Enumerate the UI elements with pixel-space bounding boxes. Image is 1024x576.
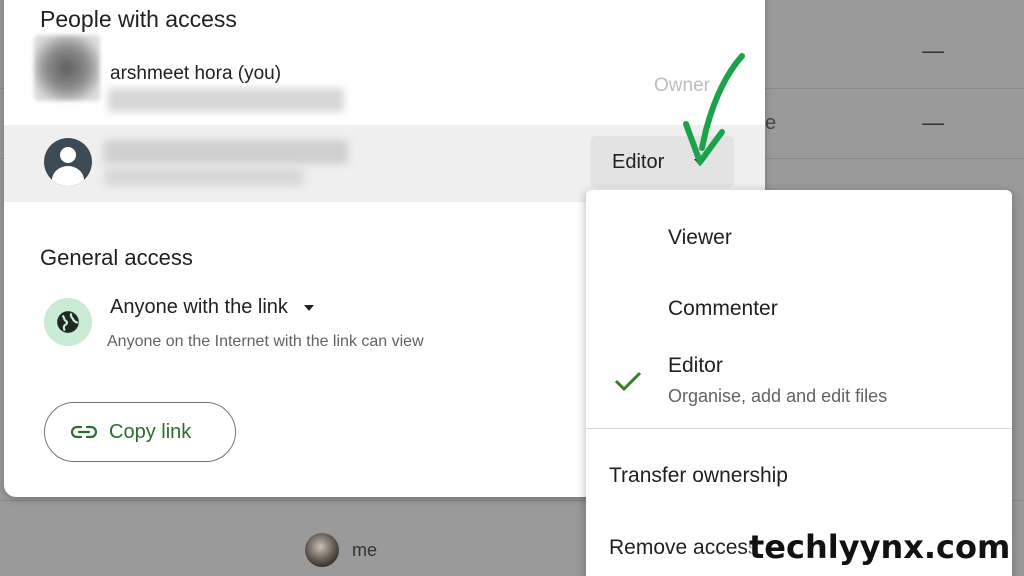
link-icon bbox=[71, 425, 97, 439]
watermark: techlyynx.com bbox=[749, 528, 1011, 566]
people-with-access-title: People with access bbox=[40, 6, 237, 32]
owner-label: me bbox=[352, 540, 378, 560]
link-access-label: Anyone with the link bbox=[110, 296, 288, 318]
globe-icon bbox=[44, 298, 92, 346]
menu-item-commenter[interactable]: Commenter bbox=[668, 297, 778, 321]
owner-name: arshmeet hora (you) bbox=[110, 63, 282, 84]
role-dropdown-label: Editor bbox=[612, 150, 665, 173]
owner-avatar bbox=[305, 533, 339, 567]
copy-link-label: Copy link bbox=[109, 420, 192, 443]
menu-item-viewer[interactable]: Viewer bbox=[668, 226, 732, 250]
role-menu: Viewer Commenter Editor Organise, add an… bbox=[586, 190, 1012, 576]
link-access-description: Anyone on the Internet with the link can… bbox=[107, 333, 424, 350]
chevron-down-icon bbox=[303, 304, 314, 311]
collaborator-name-redacted bbox=[104, 140, 348, 164]
menu-item-transfer-ownership[interactable]: Transfer ownership bbox=[609, 464, 788, 488]
menu-divider bbox=[586, 428, 1012, 429]
link-access-dropdown[interactable]: Anyone with the link bbox=[110, 296, 314, 319]
menu-item-editor-description: Organise, add and edit files bbox=[668, 386, 888, 406]
background-dash-1: — bbox=[922, 38, 944, 63]
menu-item-remove-access[interactable]: Remove access bbox=[609, 536, 758, 560]
owner-email-redacted bbox=[108, 88, 344, 112]
collaborator-email-redacted bbox=[104, 168, 304, 186]
check-icon bbox=[614, 371, 642, 392]
background-cell-text: e bbox=[765, 112, 777, 134]
annotation-arrow-icon bbox=[683, 53, 745, 165]
background-dash-2: — bbox=[922, 110, 944, 135]
general-access-title: General access bbox=[40, 245, 193, 270]
default-avatar bbox=[44, 138, 92, 186]
copy-link-button[interactable]: Copy link bbox=[44, 402, 236, 462]
menu-item-editor[interactable]: Editor bbox=[668, 354, 723, 378]
owner-avatar-blurred bbox=[34, 35, 100, 101]
